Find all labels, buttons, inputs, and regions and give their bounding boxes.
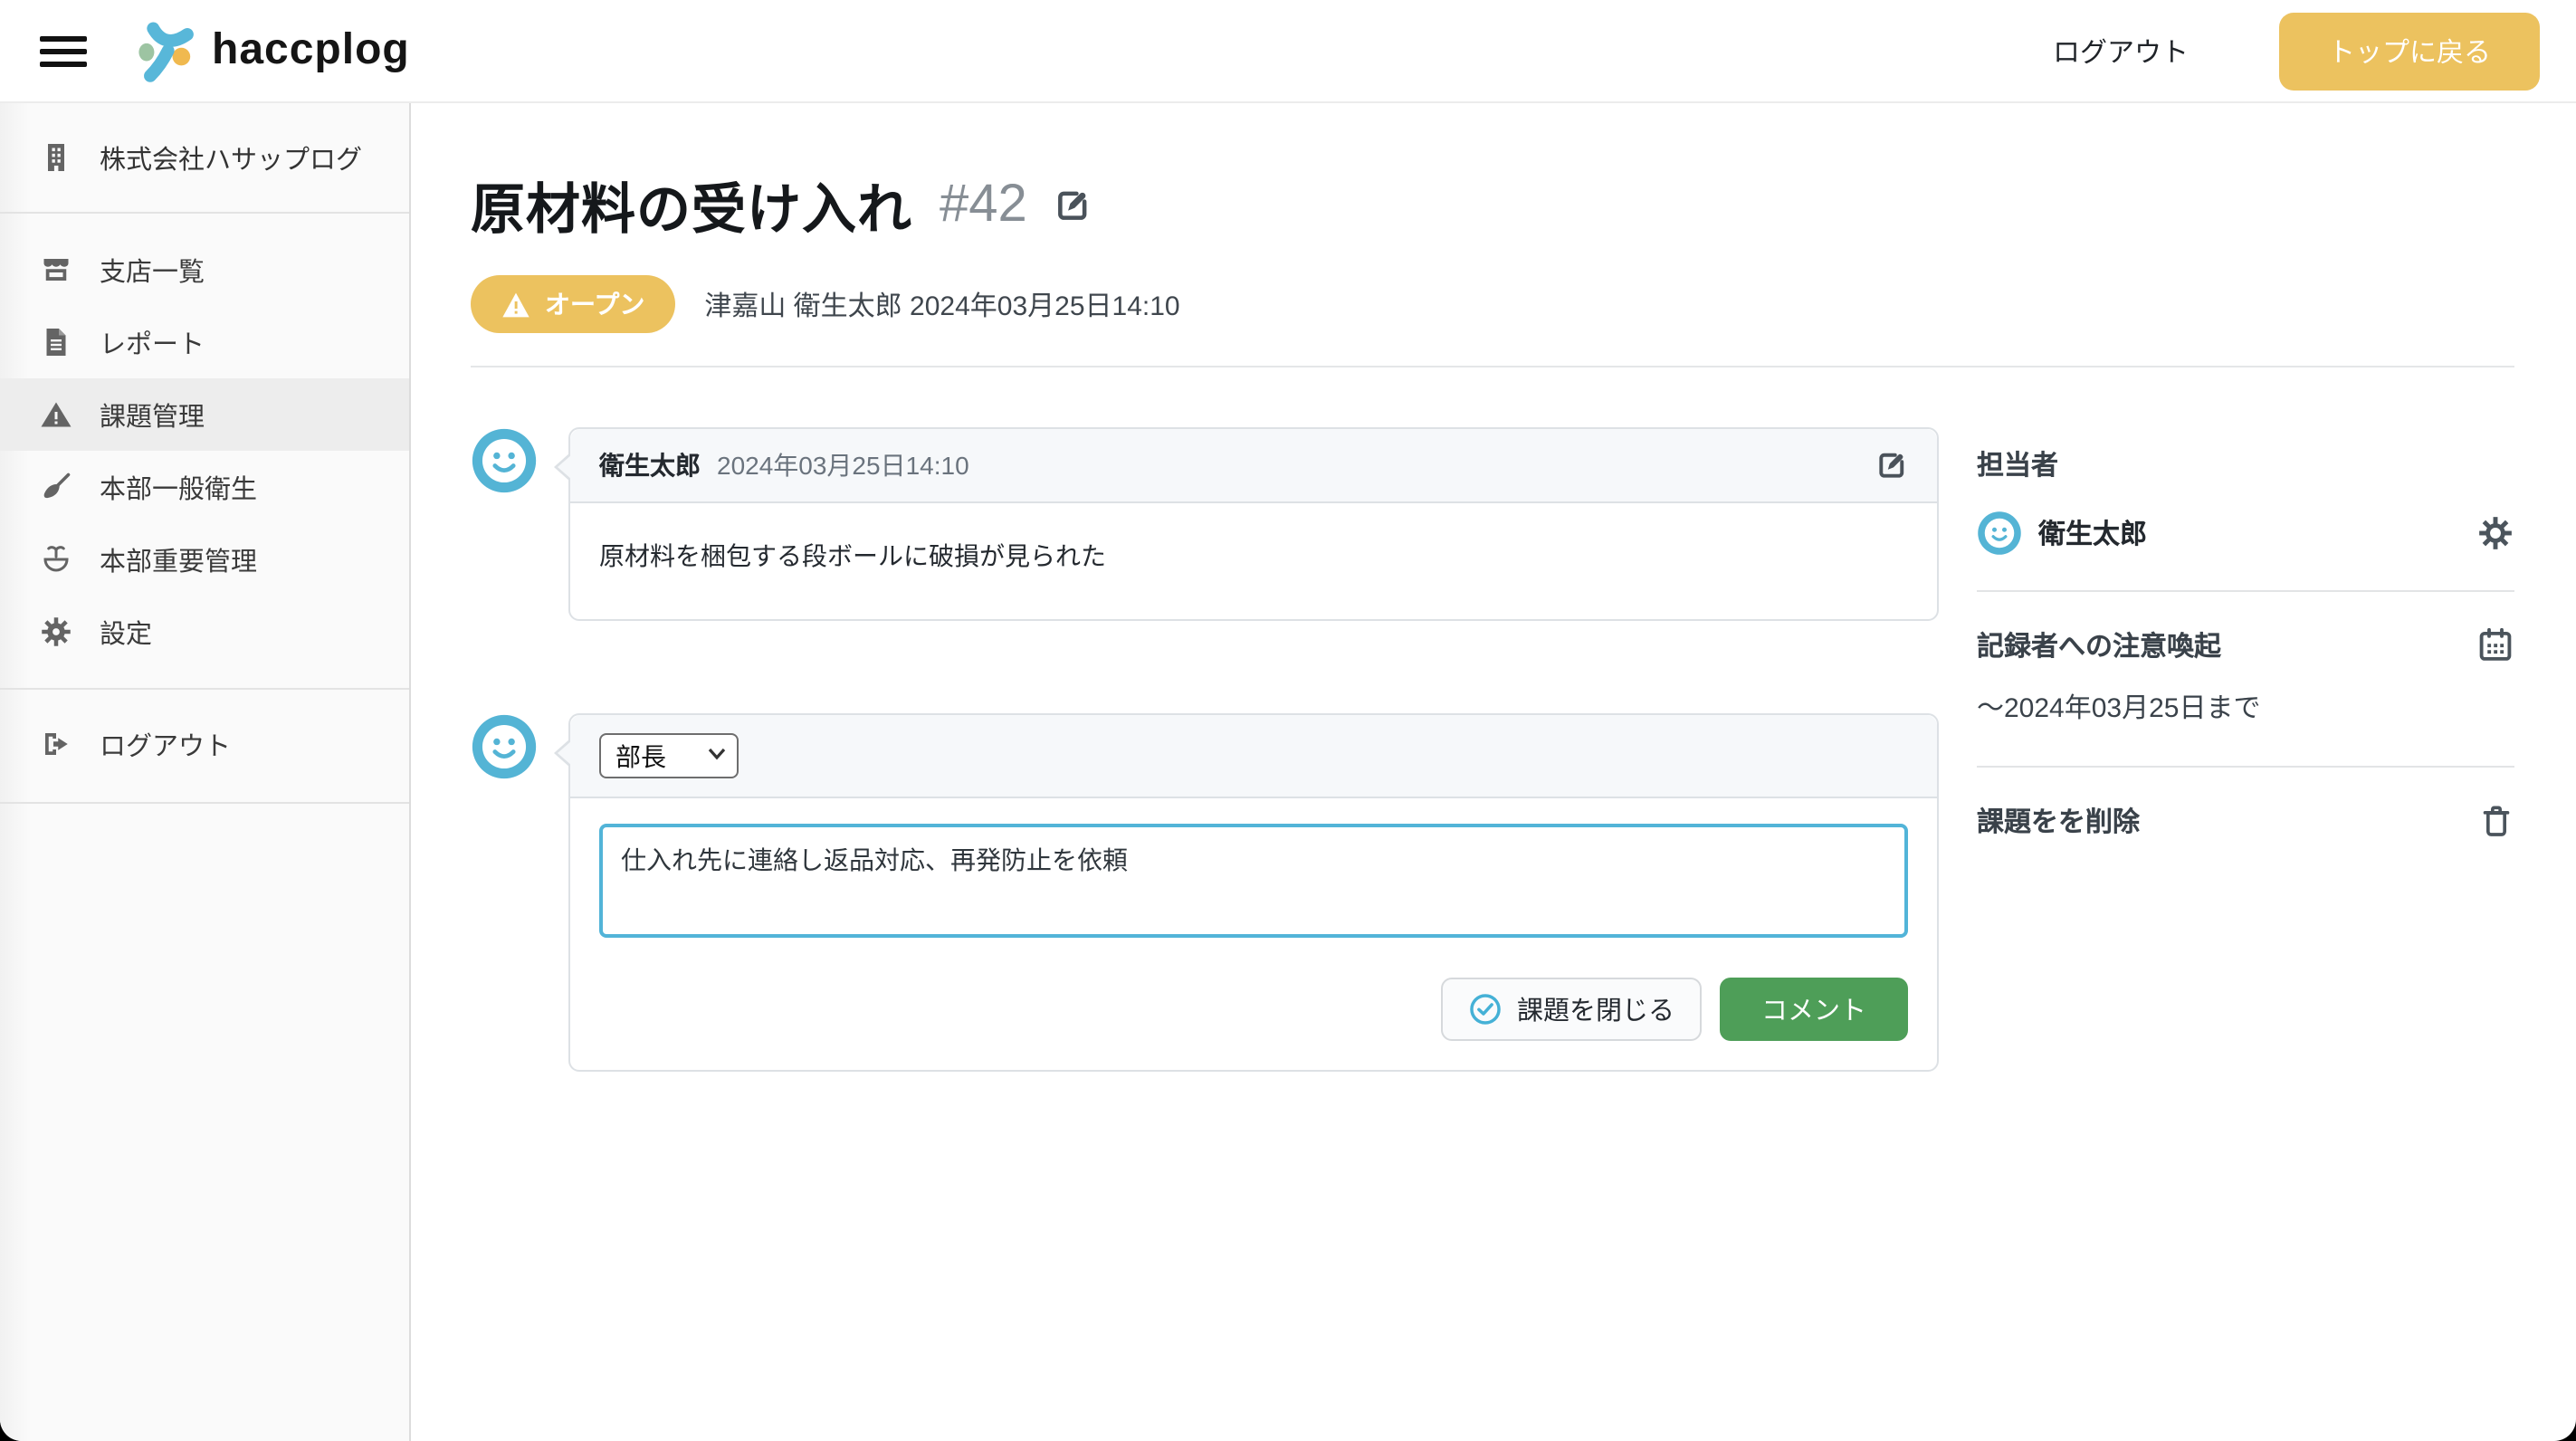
- issue-details-panel: 担当者 衛生太郎 記録者への注意喚起: [1977, 367, 2514, 1072]
- sidebar-item-logout[interactable]: ログアウト: [0, 708, 409, 780]
- comment-form-body: 仕入れ先に連絡し返品対応、再発防止を依頼 課題を閉じる コメント: [570, 798, 1937, 1070]
- issue-meta: 津嘉山 衛生太郎 2024年03月25日14:10: [704, 285, 1179, 323]
- issue-title-row: 原材料の受け入れ #42: [471, 165, 2514, 244]
- gear-icon: [40, 616, 72, 648]
- reminder-label: 記録者への注意喚起: [1977, 626, 2221, 664]
- sidebar-divider: [0, 688, 409, 690]
- hamburger-menu-icon[interactable]: [40, 35, 87, 66]
- food-bowl-icon: [40, 543, 72, 576]
- sidebar-item-reports[interactable]: レポート: [0, 306, 409, 378]
- comment-form-header: 部長: [570, 715, 1937, 798]
- sidebar-item-label: レポート: [100, 323, 205, 361]
- page-title: 原材料の受け入れ: [471, 165, 912, 244]
- edit-comment-icon[interactable]: [1875, 449, 1908, 482]
- sidebar-divider: [0, 802, 409, 804]
- close-issue-label: 課題を閉じる: [1517, 990, 1674, 1028]
- comment-author: 衛生太郎: [599, 447, 701, 483]
- trash-icon[interactable]: [2478, 802, 2514, 840]
- sidebar-nav: 支店一覧 レポート 課題管理: [0, 214, 409, 804]
- assignee-label: 担当者: [1977, 445, 2514, 483]
- sidebar-item-general-hygiene[interactable]: 本部一般衛生: [0, 451, 409, 523]
- avatar: [471, 713, 538, 780]
- assignee-name: 衛生太郎: [2038, 514, 2147, 552]
- reminder-row: 記録者への注意喚起: [1977, 626, 2514, 664]
- haccplog-logo-icon: [134, 18, 199, 83]
- sidebar-item-label: 支店一覧: [100, 251, 205, 289]
- sidebar: 株式会社ハサップログ 支店一覧 レポート: [0, 103, 411, 1441]
- calendar-icon[interactable]: [2476, 626, 2514, 664]
- comment-timestamp: 2024年03月25日14:10: [717, 447, 969, 483]
- comment-form-card: 部長 仕入れ先に連絡し返品対応、再発防止を依頼: [568, 713, 1939, 1072]
- company-name: 株式会社ハサップログ: [100, 138, 362, 177]
- issue-number: #42: [940, 175, 1027, 234]
- back-to-top-button[interactable]: トップに戻る: [2279, 12, 2540, 90]
- comment-thread: 衛生太郎 2024年03月25日14:10 原材料を梱包する段ボールに破損が見ら…: [471, 367, 1939, 1072]
- top-header: haccplog ログアウト トップに戻る: [0, 0, 2576, 103]
- comment-input[interactable]: 仕入れ先に連絡し返品対応、再発防止を依頼: [599, 824, 1908, 938]
- check-circle-icon: [1468, 992, 1503, 1026]
- sign-out-icon: [40, 728, 72, 760]
- broom-icon: [40, 471, 72, 503]
- details-divider: [1977, 766, 2514, 768]
- main-content: 原材料の受け入れ #42 オープン 津嘉山 衛生太郎 2024年03月25日14…: [411, 103, 2576, 1441]
- comment-header: 衛生太郎 2024年03月25日14:10: [570, 429, 1937, 503]
- assignee-row: 衛生太郎: [1977, 511, 2514, 556]
- delete-issue-label: 課題をを削除: [1977, 802, 2140, 840]
- status-badge-label: オープン: [545, 286, 644, 322]
- reminder-deadline: 〜2024年03月25日まで: [1977, 688, 2514, 726]
- assignee-settings-gear-icon[interactable]: [2476, 514, 2514, 552]
- sidebar-item-issues[interactable]: 課題管理: [0, 378, 409, 451]
- storefront-icon: [40, 253, 72, 286]
- comment-item: 衛生太郎 2024年03月25日14:10 原材料を梱包する段ボールに破損が見ら…: [471, 427, 1939, 621]
- app-window: haccplog ログアウト トップに戻る 株式会社ハサップログ 支店一覧: [0, 0, 2576, 1441]
- issue-meta-row: オープン 津嘉山 衛生太郎 2024年03月25日14:10: [471, 275, 2514, 333]
- sidebar-item-critical-control[interactable]: 本部重要管理: [0, 523, 409, 596]
- warning-icon: [40, 398, 72, 431]
- avatar: [1977, 511, 2022, 556]
- header-logout-link[interactable]: ログアウト: [2053, 32, 2189, 70]
- building-icon: [40, 141, 72, 174]
- warning-icon: [501, 291, 530, 318]
- new-comment-form: 部長 仕入れ先に連絡し返品対応、再発防止を依頼: [471, 713, 1939, 1072]
- delete-issue-row: 課題をを削除: [1977, 802, 2514, 840]
- issue-created-at: 2024年03月25日14:10: [910, 291, 1180, 321]
- sidebar-item-company[interactable]: 株式会社ハサップログ: [0, 103, 409, 214]
- status-badge: オープン: [471, 275, 675, 333]
- sidebar-item-label: 課題管理: [100, 396, 205, 434]
- brand-name: haccplog: [212, 25, 410, 76]
- comment-card: 衛生太郎 2024年03月25日14:10 原材料を梱包する段ボールに破損が見ら…: [568, 427, 1939, 621]
- sidebar-item-label: 設定: [100, 613, 152, 651]
- sidebar-item-branches[interactable]: 支店一覧: [0, 234, 409, 306]
- close-issue-button[interactable]: 課題を閉じる: [1441, 978, 1702, 1041]
- comment-body: 原材料を梱包する段ボールに破損が見られた: [570, 503, 1937, 619]
- brand-logo[interactable]: haccplog: [134, 18, 410, 83]
- details-divider: [1977, 590, 2514, 592]
- sidebar-item-settings[interactable]: 設定: [0, 596, 409, 668]
- role-select[interactable]: 部長: [599, 733, 739, 778]
- issue-reporter: 津嘉山 衛生太郎: [704, 291, 902, 321]
- sidebar-item-label: 本部重要管理: [100, 540, 257, 578]
- submit-comment-button[interactable]: コメント: [1720, 978, 1908, 1041]
- sidebar-item-label: ログアウト: [100, 725, 231, 763]
- comment-form-actions: 課題を閉じる コメント: [599, 978, 1908, 1041]
- report-icon: [40, 326, 72, 358]
- sidebar-item-label: 本部一般衛生: [100, 468, 257, 506]
- edit-title-icon[interactable]: [1054, 186, 1092, 224]
- avatar: [471, 427, 538, 494]
